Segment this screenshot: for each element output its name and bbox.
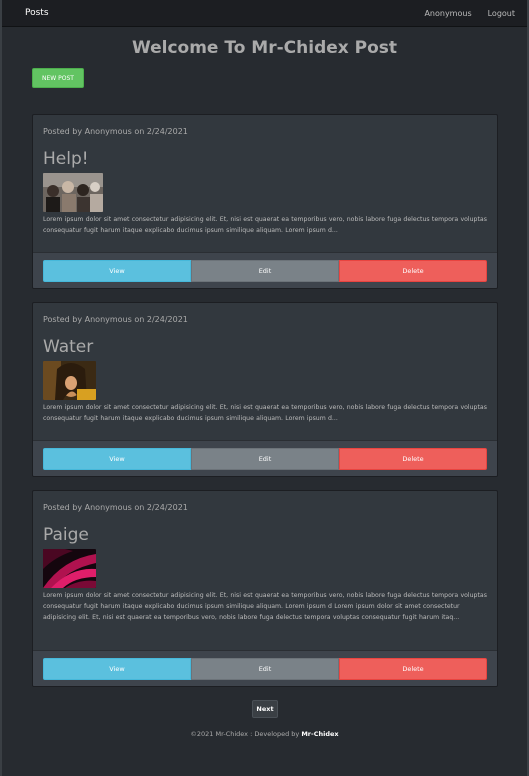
post-excerpt: Lorem ipsum dolor sit amet consectetur a… [43, 404, 487, 422]
footer-author: Mr-Chidex [301, 730, 339, 738]
post-meta: Posted by Anonymous on 2/24/2021 [43, 503, 188, 512]
post-meta: Posted by Anonymous on 2/24/2021 [43, 127, 188, 136]
navbar: Posts Anonymous Logout [2, 0, 527, 27]
post-actions: View Edit Delete [33, 650, 497, 686]
post-card: Posted by Anonymous on 2/24/2021 Paige L… [32, 490, 498, 687]
new-post-button[interactable]: NEW POST [32, 68, 84, 88]
post-card: Posted by Anonymous on 2/24/2021 Help! L… [32, 114, 498, 289]
post-title: Help! [43, 149, 89, 169]
post-actions: View Edit Delete [33, 440, 497, 476]
view-button[interactable]: View [43, 447, 191, 470]
delete-button[interactable]: Delete [339, 657, 487, 680]
nav-user-link[interactable]: Anonymous [424, 9, 471, 18]
post-image [43, 173, 103, 212]
post-title: Paige [43, 525, 89, 545]
edit-button[interactable]: Edit [191, 657, 339, 680]
post-card-body: Posted by Anonymous on 2/24/2021 Help! L… [33, 115, 497, 236]
nav-links: Anonymous Logout [424, 9, 515, 18]
post-card-body: Posted by Anonymous on 2/24/2021 Water L… [33, 303, 497, 424]
post-card: Posted by Anonymous on 2/24/2021 Water L… [32, 302, 498, 477]
footer-text: ©2021 Mr-Chidex : Developed by [190, 730, 302, 738]
post-image [43, 361, 96, 400]
site-footer: ©2021 Mr-Chidex : Developed by Mr-Chidex [2, 730, 527, 738]
post-meta: Posted by Anonymous on 2/24/2021 [43, 315, 188, 324]
page-title: Welcome To Mr-Chidex Post [131, 38, 398, 58]
delete-button[interactable]: Delete [339, 259, 487, 282]
post-excerpt: Lorem ipsum dolor sit amet consectetur a… [43, 216, 487, 234]
post-excerpt: Lorem ipsum dolor sit amet consectetur a… [43, 592, 487, 621]
view-button[interactable]: View [43, 259, 191, 282]
app-frame: Posts Anonymous Logout Welcome To Mr-Chi… [0, 0, 529, 776]
logout-link[interactable]: Logout [488, 9, 515, 18]
post-actions: View Edit Delete [33, 252, 497, 288]
post-card-body: Posted by Anonymous on 2/24/2021 Paige L… [33, 491, 497, 623]
next-page-button[interactable]: Next [252, 700, 278, 718]
view-button[interactable]: View [43, 657, 191, 680]
post-image [43, 549, 96, 588]
post-title: Water [43, 337, 94, 357]
edit-button[interactable]: Edit [191, 259, 339, 282]
delete-button[interactable]: Delete [339, 447, 487, 470]
edit-button[interactable]: Edit [191, 447, 339, 470]
brand-link[interactable]: Posts [25, 8, 49, 18]
